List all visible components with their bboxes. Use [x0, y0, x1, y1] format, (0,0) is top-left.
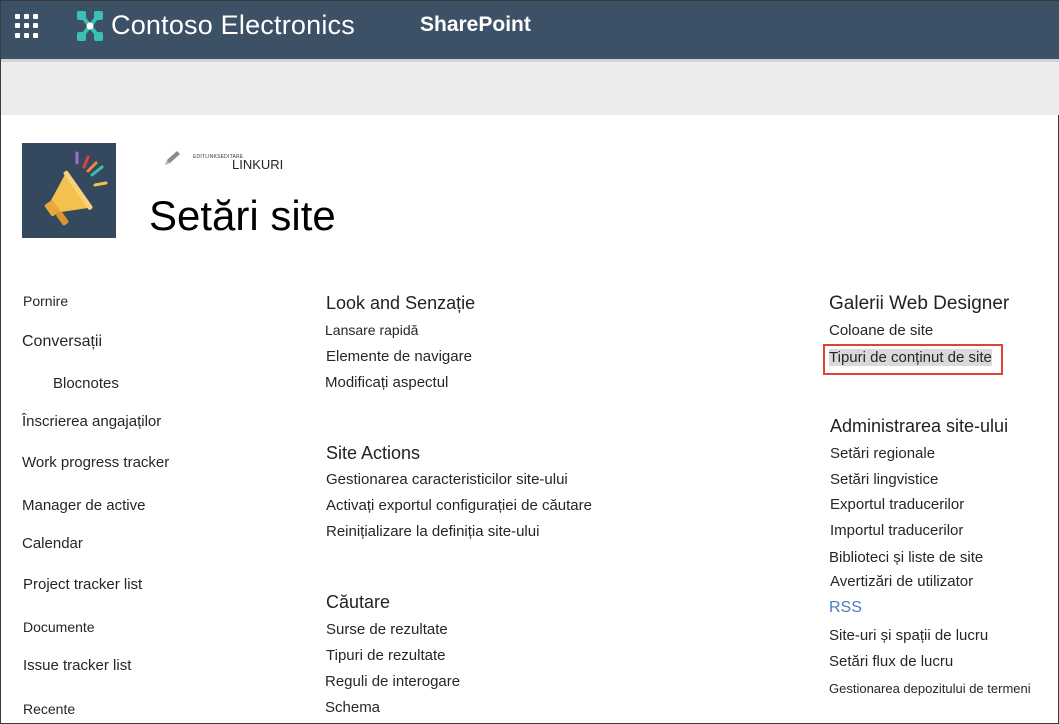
nav-item-pornire[interactable]: Pornire: [23, 293, 68, 309]
link-exportul-traducerilor[interactable]: Exportul traducerilor: [830, 496, 964, 513]
section-heading-site-actions: Site Actions: [326, 443, 421, 463]
nav-item-manager-de-active[interactable]: Manager de active: [22, 497, 145, 514]
link-gestionarea-depozitului-de-termeni[interactable]: Gestionarea depozitului de termeni: [829, 681, 1031, 696]
section-heading-administrarea-site-ului: Administrarea site-ului: [830, 416, 1009, 436]
edit-links-label[interactable]: LINKURI: [232, 157, 283, 172]
app-launcher-waffle-icon[interactable]: [13, 12, 41, 40]
link-setari-regionale[interactable]: Setări regionale: [830, 445, 935, 462]
megaphone-icon: [44, 151, 108, 226]
link-importul-traducerilor[interactable]: Importul traducerilor: [830, 522, 963, 539]
link-tipuri-de-continut-de-site[interactable]: Tipuri de conținut de site: [829, 349, 992, 366]
link-activati-exportul-configuratiei[interactable]: Activați exportul configurației de căuta…: [326, 497, 592, 514]
link-tipuri-de-continut-de-site-label: Tipuri de conținut de site: [829, 349, 992, 366]
nav-item-issue-tracker-list[interactable]: Issue tracker list: [23, 657, 131, 674]
link-surse-de-rezultate[interactable]: Surse de rezultate: [326, 621, 448, 638]
nav-item-documente[interactable]: Documente: [23, 619, 95, 635]
link-modificati-aspectul[interactable]: Modificați aspectul: [325, 374, 448, 391]
link-coloane-de-site[interactable]: Coloane de site: [829, 322, 933, 339]
link-rss[interactable]: RSS: [829, 599, 862, 617]
link-reguli-de-interogare[interactable]: Reguli de interogare: [325, 673, 460, 690]
contoso-logo-icon: [77, 11, 103, 41]
nav-item-project-tracker-list[interactable]: Project tracker list: [23, 576, 142, 593]
section-heading-cautare: Căutare: [326, 592, 391, 612]
suite-product-name[interactable]: SharePoint: [420, 13, 531, 37]
link-reinitializare-definitie[interactable]: Reinițializare la definiția site-ului: [326, 523, 539, 540]
link-avertizari-de-utilizator[interactable]: Avertizări de utilizator: [830, 573, 973, 590]
section-heading-look-and-feel: Look and Senzație: [326, 293, 476, 313]
link-site-uri-si-spatii-de-lucru[interactable]: Site-uri și spații de lucru: [829, 627, 988, 644]
nav-item-work-progress-tracker[interactable]: Work progress tracker: [22, 454, 169, 471]
page-title: Setări site: [149, 192, 336, 239]
link-setari-lingvistice[interactable]: Setări lingvistice: [830, 471, 938, 488]
nav-item-blocnotes[interactable]: Blocnotes: [53, 375, 119, 392]
link-elemente-de-navigare[interactable]: Elemente de navigare: [326, 348, 472, 365]
link-schema[interactable]: Schema: [325, 699, 380, 716]
command-bar: [1, 59, 1059, 115]
link-gestionarea-caracteristicilor[interactable]: Gestionarea caracteristicilor site-ului: [326, 471, 568, 488]
brand-name[interactable]: Contoso Electronics: [111, 10, 355, 41]
nav-item-conversatii[interactable]: Conversații: [22, 333, 102, 351]
section-heading-galerii-web-designer: Galerii Web Designer: [829, 293, 1010, 314]
pencil-icon[interactable]: [161, 149, 183, 169]
link-biblioteci-si-liste[interactable]: Biblioteci și liste de site: [829, 549, 983, 566]
nav-item-inscrierea-angajatilor[interactable]: Înscrierea angajaților: [22, 413, 161, 430]
nav-item-calendar[interactable]: Calendar: [22, 535, 83, 552]
link-setari-flux-de-lucru[interactable]: Setări flux de lucru: [829, 653, 953, 670]
link-tipuri-de-rezultate[interactable]: Tipuri de rezultate: [326, 647, 446, 664]
link-lansare-rapida[interactable]: Lansare rapidă: [325, 322, 418, 338]
site-logo[interactable]: [22, 143, 116, 238]
nav-item-recente[interactable]: Recente: [23, 701, 75, 717]
